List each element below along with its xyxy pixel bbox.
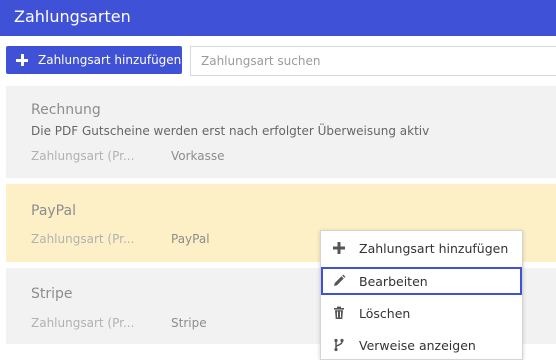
menu-item-label: Zahlungsart hinzufügen — [359, 240, 509, 256]
menu-item-add-payment-method[interactable]: Zahlungsart hinzufügen — [321, 234, 522, 262]
field-label: Zahlungsart (Pr... — [31, 232, 135, 246]
app-header: Zahlungsarten — [0, 0, 556, 36]
pencil-icon — [332, 274, 346, 288]
page-title: Zahlungsarten — [14, 7, 131, 26]
menu-item-edit[interactable]: Bearbeiten — [321, 267, 522, 295]
toolbar: Zahlungsart hinzufügen — [0, 36, 556, 82]
add-payment-method-label: Zahlungsart hinzufügen — [38, 53, 182, 67]
menu-item-show-references[interactable]: Verweise anzeigen — [321, 331, 522, 359]
context-menu: Zahlungsart hinzufügen Bearbeiten Lösche… — [320, 230, 523, 360]
card-title: Rechnung — [31, 102, 101, 118]
add-payment-method-button[interactable]: Zahlungsart hinzufügen — [6, 46, 182, 74]
card-description: Die PDF Gutscheine werden erst nach erfo… — [31, 124, 430, 138]
menu-item-label: Verweise anzeigen — [359, 337, 476, 353]
trash-icon — [332, 306, 346, 320]
field-value: PayPal — [171, 232, 210, 246]
plus-icon — [332, 241, 346, 255]
card-title: Stripe — [31, 286, 73, 302]
payment-method-card[interactable]: Rechnung Die PDF Gutscheine werden erst … — [6, 86, 556, 178]
field-label: Zahlungsart (Pr... — [31, 316, 135, 330]
menu-item-delete[interactable]: Löschen — [321, 299, 522, 327]
menu-item-label: Bearbeiten — [359, 273, 428, 289]
plus-icon — [16, 54, 28, 66]
menu-item-label: Löschen — [359, 305, 411, 321]
field-label: Zahlungsart (Pr... — [31, 149, 135, 163]
field-value: Stripe — [171, 316, 207, 330]
card-title: PayPal — [31, 203, 76, 219]
branch-icon — [332, 338, 346, 352]
search-input[interactable] — [190, 46, 556, 76]
field-value: Vorkasse — [171, 149, 225, 163]
